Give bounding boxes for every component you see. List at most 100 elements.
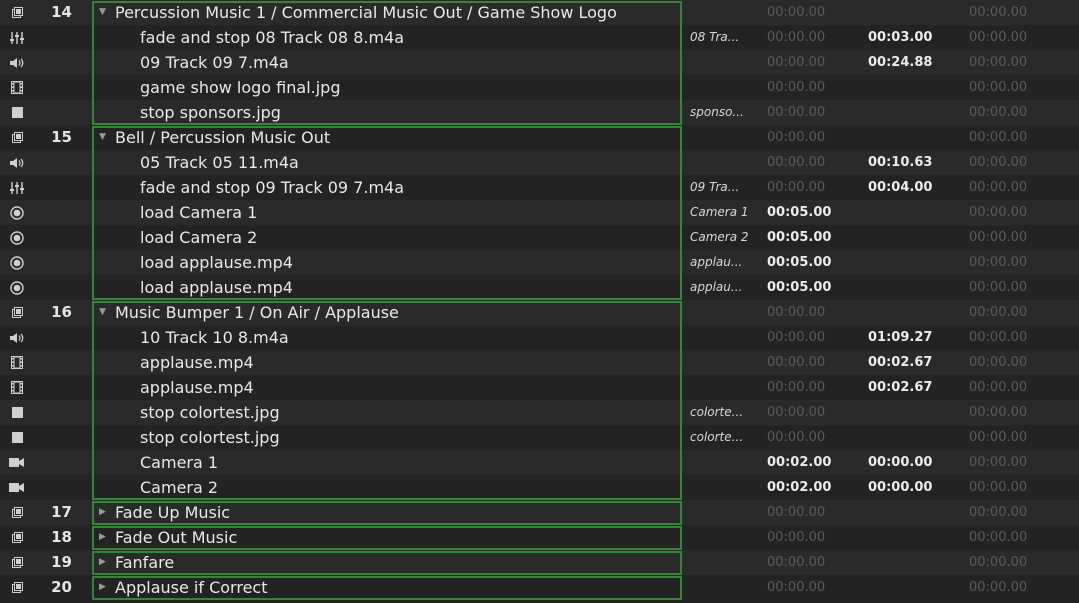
post-wait-time: 00:00.00 bbox=[969, 530, 1028, 545]
post-wait-time: 00:00.00 bbox=[969, 205, 1028, 220]
cue-row[interactable]: 05 Track 05 11.m4a 00:00.00 00:10.63 00:00.… bbox=[0, 150, 1079, 175]
cue-name: load Camera 2 bbox=[140, 228, 258, 247]
cue-name: Percussion Music 1 / Commercial Music Ou… bbox=[115, 3, 617, 22]
pre-wait-time: 00:05.00 bbox=[767, 255, 832, 270]
post-wait-time: 00:00.00 bbox=[969, 580, 1028, 595]
group-cue-icon bbox=[8, 575, 26, 600]
cue-number bbox=[30, 175, 72, 200]
cue-number bbox=[30, 475, 72, 500]
cue-row[interactable]: load applause.mp4 applau... 00:05.00 00:00.… bbox=[0, 275, 1079, 300]
cue-name: 10 Track 10 8.m4a bbox=[140, 328, 289, 347]
cue-number bbox=[30, 275, 72, 300]
cue-target: colorte... bbox=[690, 430, 744, 444]
disclosure-expanded-icon[interactable]: ▼ bbox=[99, 300, 106, 325]
cue-row[interactable]: load Camera 2 Camera 2 00:05.00 00:00.00 bbox=[0, 225, 1079, 250]
cue-row[interactable]: Camera 2 00:02.00 00:00.00 00:00.00 bbox=[0, 475, 1079, 500]
cue-row[interactable]: stop colortest.jpg colorte... 00:00.00 00:0… bbox=[0, 425, 1079, 450]
action-time bbox=[868, 400, 948, 425]
cue-row[interactable]: applause.mp4 00:00.00 00:02.67 00:00.00 bbox=[0, 350, 1079, 375]
cue-name: load applause.mp4 bbox=[140, 253, 293, 272]
cue-row[interactable]: stop colortest.jpg colorte... 00:00.00 00:0… bbox=[0, 400, 1079, 425]
cue-target bbox=[690, 350, 754, 375]
cue-number bbox=[30, 400, 72, 425]
cue-row[interactable]: game show logo final.jpg 00:00.00 00:00.00 bbox=[0, 75, 1079, 100]
cue-list: 14 ▼ Percussion Music 1 / Commercial Music… bbox=[0, 0, 1079, 603]
disclosure-collapsed-icon[interactable]: ▶ bbox=[99, 500, 106, 525]
cue-number bbox=[30, 25, 72, 50]
cue-target: applau... bbox=[690, 255, 743, 269]
cue-name: game show logo final.jpg bbox=[140, 78, 341, 97]
cue-name: load applause.mp4 bbox=[140, 278, 293, 297]
pre-wait-time: 00:00.00 bbox=[767, 305, 826, 320]
action-time: 00:24.88 bbox=[868, 55, 933, 70]
post-wait-time: 00:00.00 bbox=[969, 30, 1028, 45]
cue-name: Applause if Correct bbox=[115, 578, 268, 597]
cue-target bbox=[690, 300, 754, 325]
post-wait-time: 00:00.00 bbox=[969, 330, 1028, 345]
cue-row[interactable]: load Camera 1 Camera 1 00:05.00 00:00.00 bbox=[0, 200, 1079, 225]
pre-wait-time: 00:00.00 bbox=[767, 155, 826, 170]
cue-row[interactable]: 10 Track 10 8.m4a 00:00.00 01:09.27 00:00.0… bbox=[0, 325, 1079, 350]
load-cue-icon bbox=[8, 250, 26, 275]
cue-target bbox=[690, 125, 754, 150]
post-wait-time: 00:00.00 bbox=[969, 455, 1028, 470]
cue-name: load Camera 1 bbox=[140, 203, 258, 222]
group-cue-icon bbox=[8, 525, 26, 550]
post-wait-time: 00:00.00 bbox=[969, 430, 1028, 445]
cue-target bbox=[690, 450, 754, 475]
cue-row[interactable]: applause.mp4 00:00.00 00:02.67 00:00.00 bbox=[0, 375, 1079, 400]
cue-target bbox=[690, 525, 754, 550]
cue-row[interactable]: stop sponsors.jpg sponso... 00:00.00 00:00.… bbox=[0, 100, 1079, 125]
action-time bbox=[868, 550, 948, 575]
action-time bbox=[868, 525, 948, 550]
action-time bbox=[868, 0, 948, 25]
group-cue-row[interactable]: 14 ▼ Percussion Music 1 / Commercial Music… bbox=[0, 0, 1079, 25]
pre-wait-time: 00:00.00 bbox=[767, 80, 826, 95]
cue-number bbox=[30, 450, 72, 475]
group-cue-row[interactable]: 15 ▼ Bell / Percussion Music Out 00:00.00 00… bbox=[0, 125, 1079, 150]
cue-number: 18 bbox=[51, 528, 72, 546]
action-time: 00:00.00 bbox=[868, 480, 933, 495]
post-wait-time: 00:00.00 bbox=[969, 155, 1028, 170]
cue-number: 14 bbox=[51, 3, 72, 21]
group-cue-row[interactable]: 20 ▶ Applause if Correct 00:00.00 00:00.00 bbox=[0, 575, 1079, 600]
cue-target: sponso... bbox=[690, 105, 744, 119]
action-time: 00:02.67 bbox=[868, 380, 933, 395]
cue-number bbox=[30, 225, 72, 250]
cue-row[interactable]: fade and stop 08 Track 08 8.m4a 08 Tra...… bbox=[0, 25, 1079, 50]
cue-row[interactable]: fade and stop 09 Track 09 7.m4a 09 Tra...… bbox=[0, 175, 1079, 200]
cue-row[interactable]: load applause.mp4 applau... 00:05.00 00:00.… bbox=[0, 250, 1079, 275]
cue-target bbox=[690, 0, 754, 25]
group-cue-row[interactable]: 16 ▼ Music Bumper 1 / On Air / Applause 00:… bbox=[0, 300, 1079, 325]
cue-target: colorte... bbox=[690, 405, 744, 419]
cue-number bbox=[30, 425, 72, 450]
group-cue-row[interactable]: 19 ▶ Fanfare 00:00.00 00:00.00 bbox=[0, 550, 1079, 575]
action-time: 00:03.00 bbox=[868, 30, 933, 45]
pre-wait-time: 00:02.00 bbox=[767, 455, 832, 470]
pre-wait-time: 00:00.00 bbox=[767, 355, 826, 370]
cue-number bbox=[30, 200, 72, 225]
group-cue-row[interactable]: 17 ▶ Fade Up Music 00:00.00 00:00.00 bbox=[0, 500, 1079, 525]
cue-target bbox=[690, 475, 754, 500]
disclosure-collapsed-icon[interactable]: ▶ bbox=[99, 575, 106, 600]
group-cue-row[interactable]: 18 ▶ Fade Out Music 00:00.00 00:00.00 bbox=[0, 525, 1079, 550]
disclosure-collapsed-icon[interactable]: ▶ bbox=[99, 525, 106, 550]
cue-row[interactable]: Camera 1 00:02.00 00:00.00 00:00.00 bbox=[0, 450, 1079, 475]
disclosure-expanded-icon[interactable]: ▼ bbox=[99, 0, 106, 25]
action-time bbox=[868, 275, 948, 300]
cue-number: 17 bbox=[51, 503, 72, 521]
disclosure-expanded-icon[interactable]: ▼ bbox=[99, 125, 106, 150]
post-wait-time: 00:00.00 bbox=[969, 305, 1028, 320]
cue-row[interactable]: 09 Track 09 7.m4a 00:00.00 00:24.88 00:00.0… bbox=[0, 50, 1079, 75]
cue-name: applause.mp4 bbox=[140, 378, 254, 397]
video-cue-icon bbox=[8, 75, 26, 100]
stop-cue-icon bbox=[8, 400, 26, 425]
cue-number bbox=[30, 150, 72, 175]
disclosure-collapsed-icon[interactable]: ▶ bbox=[99, 550, 106, 575]
post-wait-time: 00:00.00 bbox=[969, 505, 1028, 520]
cue-target: Camera 1 bbox=[690, 205, 749, 219]
stop-cue-icon bbox=[8, 100, 26, 125]
action-time bbox=[868, 75, 948, 100]
cue-target bbox=[690, 75, 754, 100]
group-cue-icon bbox=[8, 0, 26, 25]
